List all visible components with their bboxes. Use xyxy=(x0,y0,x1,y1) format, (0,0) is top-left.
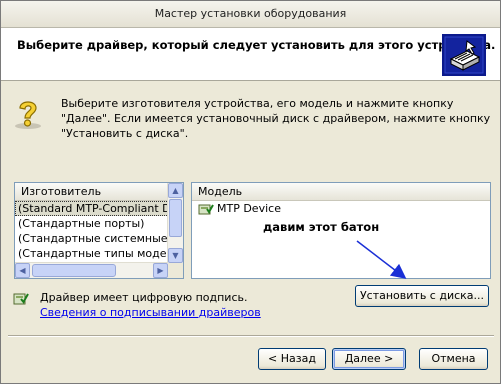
signature-status: Драйвер имеет цифровую подпись. xyxy=(40,291,248,304)
vertical-scroll-thumb[interactable] xyxy=(169,199,182,237)
manufacturer-list[interactable]: Изготовитель (Standard MTP-Compliant Dev… xyxy=(14,182,184,279)
window-title: Мастер установки оборудования xyxy=(154,7,347,20)
question-icon xyxy=(15,101,41,129)
manufacturer-item[interactable]: (Standard MTP-Compliant Dev xyxy=(15,201,183,216)
wizard-header: Выберите драйвер, который следует устано… xyxy=(1,28,500,81)
manufacturer-item[interactable]: (Стандартные типы модемов xyxy=(15,246,183,261)
scrollbar-corner xyxy=(168,263,183,278)
signed-driver-icon xyxy=(13,293,29,305)
manufacturer-item[interactable]: (Стандартные системные уст xyxy=(15,231,183,246)
signing-info-link[interactable]: Сведения о подписывании драйверов xyxy=(40,306,261,319)
title-bar[interactable]: Мастер установки оборудования xyxy=(1,1,500,28)
scroll-up-button[interactable]: ▲ xyxy=(168,183,183,198)
signed-driver-icon xyxy=(198,204,214,215)
scroll-right-button[interactable]: ▶ xyxy=(153,263,168,278)
horizontal-scroll-thumb[interactable] xyxy=(32,264,116,277)
annotation-text: давим этот батон xyxy=(263,220,380,234)
next-button[interactable]: Далее > xyxy=(332,348,406,370)
model-item[interactable]: MTP Device xyxy=(198,201,281,217)
scroll-down-button[interactable]: ▼ xyxy=(168,248,183,263)
cancel-button[interactable]: Отмена xyxy=(419,348,488,370)
manufacturer-item[interactable]: (Стандартные порты) xyxy=(15,216,183,231)
scroll-left-button[interactable]: ◀ xyxy=(15,263,30,278)
model-column-header[interactable]: Модель xyxy=(192,183,490,201)
have-disk-button[interactable]: Установить с диска... xyxy=(355,285,489,307)
horizontal-scrollbar[interactable]: ◀ ▶ xyxy=(15,262,168,278)
vertical-scrollbar[interactable]: ▲ ▼ xyxy=(167,183,183,263)
back-button[interactable]: < Назад xyxy=(258,348,326,370)
wizard-window: Мастер установки оборудования Выберите д… xyxy=(0,0,501,384)
separator xyxy=(8,335,494,337)
manufacturer-column-header[interactable]: Изготовитель xyxy=(15,183,183,201)
hardware-wizard-icon xyxy=(442,34,486,76)
header-title: Выберите драйвер, который следует устано… xyxy=(17,38,496,52)
instructions-text: Выберите изготовителя устройства, его мо… xyxy=(61,97,491,140)
